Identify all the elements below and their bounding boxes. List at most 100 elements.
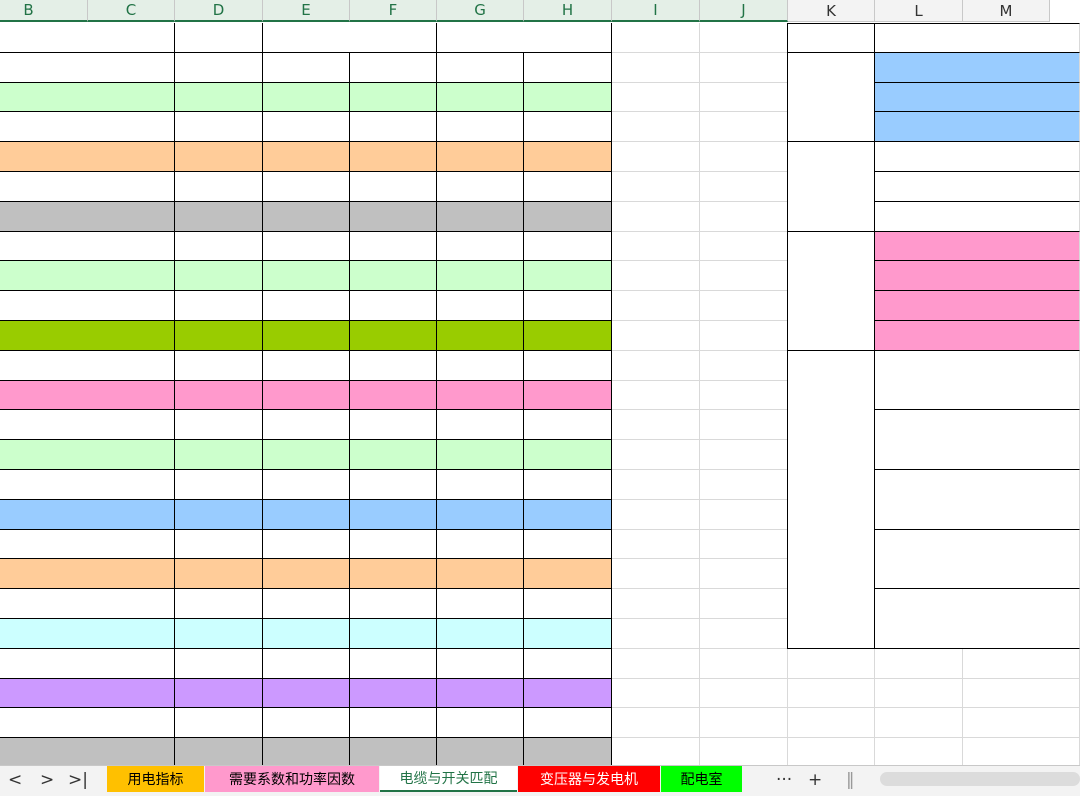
table-cell-sc[interactable] xyxy=(437,350,524,381)
table-cell-buried[interactable] xyxy=(350,201,437,232)
table-cell-buried[interactable] xyxy=(350,678,437,709)
table-cell-section[interactable] xyxy=(0,112,175,143)
sheet-tab[interactable]: 需要系数和功率因数 xyxy=(205,766,379,792)
empty-cell[interactable] xyxy=(612,142,700,172)
table-cell-air[interactable] xyxy=(263,142,350,172)
empty-cell[interactable] xyxy=(700,529,788,560)
empty-cell[interactable] xyxy=(612,708,700,739)
table-cell-air[interactable] xyxy=(263,350,350,381)
side-group-line[interactable] xyxy=(875,172,1080,202)
side-group-label[interactable] xyxy=(787,231,875,351)
empty-cell[interactable] xyxy=(700,172,788,202)
table-cell-h[interactable] xyxy=(524,321,612,351)
column-header-c[interactable]: C xyxy=(88,0,175,22)
table-cell-diam[interactable] xyxy=(175,410,263,441)
table-cell-diam[interactable] xyxy=(175,678,263,709)
empty-cell[interactable] xyxy=(612,678,700,709)
empty-cell[interactable] xyxy=(700,619,788,649)
column-header-k[interactable]: K xyxy=(788,0,875,22)
empty-cell[interactable] xyxy=(612,321,700,351)
column-header-b[interactable]: B xyxy=(0,0,88,22)
side-group-line[interactable] xyxy=(875,261,1080,292)
table-cell-diam[interactable] xyxy=(175,529,263,560)
empty-cell[interactable] xyxy=(612,619,700,649)
table-cell-sc[interactable] xyxy=(437,201,524,232)
header-unit[interactable] xyxy=(0,52,175,83)
side-group-line[interactable] xyxy=(875,321,1080,351)
table-cell-air[interactable] xyxy=(263,380,350,411)
table-cell-h[interactable] xyxy=(524,142,612,172)
table-cell-h[interactable] xyxy=(524,708,612,739)
side-group-line[interactable] xyxy=(875,52,1080,83)
table-cell-diam[interactable] xyxy=(175,648,263,679)
table-cell-section[interactable] xyxy=(0,350,175,381)
empty-cell[interactable] xyxy=(700,350,788,381)
empty-cell[interactable] xyxy=(788,648,875,679)
table-cell-air[interactable] xyxy=(263,321,350,351)
table-cell-sc[interactable] xyxy=(437,172,524,202)
side-group-label[interactable] xyxy=(787,350,875,649)
table-cell-section[interactable] xyxy=(0,589,175,619)
table-cell-sc[interactable] xyxy=(437,708,524,739)
empty-cell[interactable] xyxy=(875,738,963,765)
table-cell-h[interactable] xyxy=(524,380,612,411)
table-cell-buried[interactable] xyxy=(350,440,437,470)
empty-cell[interactable] xyxy=(700,648,788,679)
tab-scroll-last-icon[interactable]: >| xyxy=(68,770,88,790)
table-cell-buried[interactable] xyxy=(350,499,437,530)
table-cell-diam[interactable] xyxy=(175,261,263,292)
header-buried[interactable] xyxy=(350,52,437,83)
column-header-g[interactable]: G xyxy=(437,0,524,22)
empty-cell[interactable] xyxy=(963,648,1080,679)
table-cell-sc[interactable] xyxy=(437,648,524,679)
column-header-l[interactable]: L xyxy=(875,0,963,22)
column-header-h[interactable]: H xyxy=(524,0,612,22)
empty-cell[interactable] xyxy=(612,529,700,560)
table-cell-h[interactable] xyxy=(524,231,612,262)
table-cell-h[interactable] xyxy=(524,678,612,709)
table-cell-h[interactable] xyxy=(524,738,612,765)
table-cell-buried[interactable] xyxy=(350,589,437,619)
table-cell-diam[interactable] xyxy=(175,142,263,172)
table-cell-buried[interactable] xyxy=(350,470,437,500)
table-cell-section[interactable] xyxy=(0,470,175,500)
table-cell-buried[interactable] xyxy=(350,112,437,143)
table-cell-section[interactable] xyxy=(0,738,175,765)
table-cell-section[interactable] xyxy=(0,678,175,709)
empty-cell[interactable] xyxy=(963,678,1080,709)
table-cell-h[interactable] xyxy=(524,172,612,202)
empty-cell[interactable] xyxy=(700,321,788,351)
empty-cell[interactable] xyxy=(700,52,788,83)
table-cell-section[interactable] xyxy=(0,201,175,232)
table-cell-buried[interactable] xyxy=(350,738,437,765)
empty-cell[interactable] xyxy=(700,499,788,530)
table-cell-section[interactable] xyxy=(0,410,175,441)
empty-cell[interactable] xyxy=(612,380,700,411)
header-sc[interactable] xyxy=(437,52,524,83)
column-header-j[interactable]: J xyxy=(700,0,788,22)
table-cell-buried[interactable] xyxy=(350,261,437,292)
side-group-line[interactable] xyxy=(875,201,1080,232)
table-cell-air[interactable] xyxy=(263,231,350,262)
side-group-line[interactable] xyxy=(875,82,1080,113)
empty-cell[interactable] xyxy=(700,201,788,232)
table-cell-diam[interactable] xyxy=(175,350,263,381)
header-diam-blank[interactable] xyxy=(175,52,263,83)
table-cell-buried[interactable] xyxy=(350,529,437,560)
table-cell-sc[interactable] xyxy=(437,589,524,619)
table-cell-diam[interactable] xyxy=(175,619,263,649)
table-cell-air[interactable] xyxy=(263,529,350,560)
table-cell-sc[interactable] xyxy=(437,440,524,470)
table-cell-sc[interactable] xyxy=(437,678,524,709)
table-cell-diam[interactable] xyxy=(175,499,263,530)
table-cell-air[interactable] xyxy=(263,410,350,441)
table-cell-buried[interactable] xyxy=(350,380,437,411)
empty-cell[interactable] xyxy=(875,708,963,739)
empty-cell[interactable] xyxy=(700,440,788,470)
column-header-d[interactable]: D xyxy=(175,0,263,22)
table-cell-h[interactable] xyxy=(524,470,612,500)
table-cell-buried[interactable] xyxy=(350,559,437,590)
table-cell-sc[interactable] xyxy=(437,559,524,590)
side-group-line[interactable] xyxy=(875,350,1080,411)
empty-cell[interactable] xyxy=(700,231,788,262)
